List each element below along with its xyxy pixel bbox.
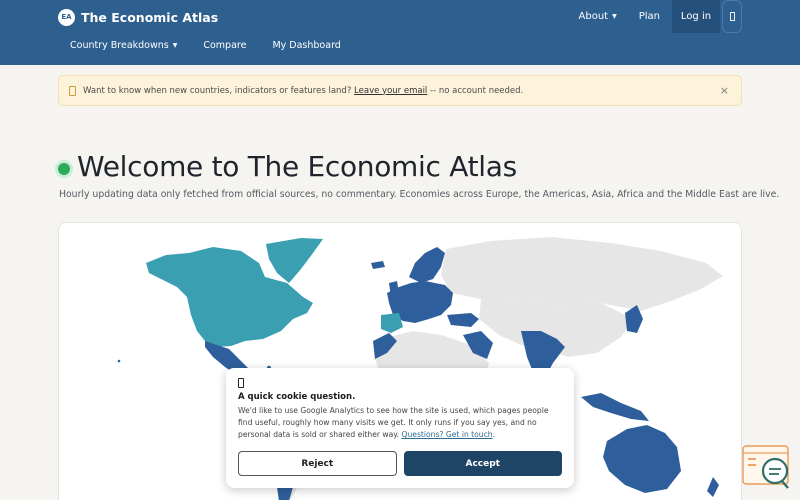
brand-logo-icon: EA xyxy=(58,8,75,26)
help-chat-icon xyxy=(742,445,789,489)
map-region-scandinavia[interactable] xyxy=(409,247,445,283)
sub-nav: Country Breakdowns ▼ Compare My Dashboar… xyxy=(70,40,341,51)
top-header: EA The Economic Atlas About ▼ Plan Log i… xyxy=(0,0,800,65)
map-region-australia[interactable] xyxy=(603,425,681,493)
menu-icon xyxy=(729,12,735,21)
brand-link[interactable]: EA The Economic Atlas xyxy=(58,8,218,26)
nav-about-dropdown[interactable]: About ▼ xyxy=(579,11,617,22)
caret-down-icon: ▼ xyxy=(612,13,617,20)
map-region-turkey[interactable] xyxy=(447,313,479,327)
nav-country-breakdowns[interactable]: Country Breakdowns ▼ xyxy=(70,40,177,51)
map-region-iberia[interactable] xyxy=(381,313,403,333)
map-region-greenland[interactable] xyxy=(266,238,323,283)
map-region-hawaii[interactable] xyxy=(117,359,121,363)
notice-text-after: -- no account needed. xyxy=(430,85,524,96)
cookie-consent-dialog: A quick cookie question. We'd like to us… xyxy=(226,368,574,488)
nav-compare[interactable]: Compare xyxy=(203,40,246,51)
live-status-dot xyxy=(58,163,70,175)
login-button[interactable]: Log in xyxy=(672,0,720,33)
nav-compare-label: Compare xyxy=(203,40,247,51)
cookie-contact-link[interactable]: Questions? Get in touch xyxy=(402,430,493,439)
page-subtitle: Hourly updating data only fetched from o… xyxy=(59,189,780,200)
accept-button[interactable]: Accept xyxy=(403,451,562,476)
map-region-iceland[interactable] xyxy=(371,261,385,269)
top-nav: About ▼ Plan Log in xyxy=(579,0,742,33)
cookie-title: A quick cookie question. xyxy=(238,392,356,402)
nav-about-label: About xyxy=(578,11,609,22)
reject-button[interactable]: Reject xyxy=(238,451,397,476)
mail-icon xyxy=(69,85,76,96)
nav-my-dashboard[interactable]: My Dashboard xyxy=(272,40,340,51)
cookie-body-text: We'd like to use Google Analytics to see… xyxy=(238,406,549,439)
brand-name: The Economic Atlas xyxy=(81,9,219,25)
map-region-southeast-asia[interactable] xyxy=(581,393,649,421)
menu-button[interactable] xyxy=(722,0,742,33)
page-title: Welcome to The Economic Atlas xyxy=(77,150,517,183)
nav-my-dashboard-label: My Dashboard xyxy=(272,40,341,51)
leave-email-link[interactable]: Leave your email xyxy=(354,86,427,96)
help-widget-button[interactable] xyxy=(742,445,792,490)
notice-text: Want to know when new countries, indicat… xyxy=(83,85,352,96)
email-notice-banner: Want to know when new countries, indicat… xyxy=(58,75,742,106)
nav-plan-link[interactable]: Plan xyxy=(639,11,660,22)
nav-country-breakdowns-label: Country Breakdowns xyxy=(70,40,169,51)
cookie-body: We'd like to use Google Analytics to see… xyxy=(238,406,549,439)
cookie-actions: Reject Accept xyxy=(238,451,562,476)
cookie-icon xyxy=(238,378,244,388)
map-region-new-zealand[interactable] xyxy=(707,477,719,497)
close-icon[interactable]: × xyxy=(720,84,729,97)
caret-down-icon: ▼ xyxy=(172,42,178,49)
